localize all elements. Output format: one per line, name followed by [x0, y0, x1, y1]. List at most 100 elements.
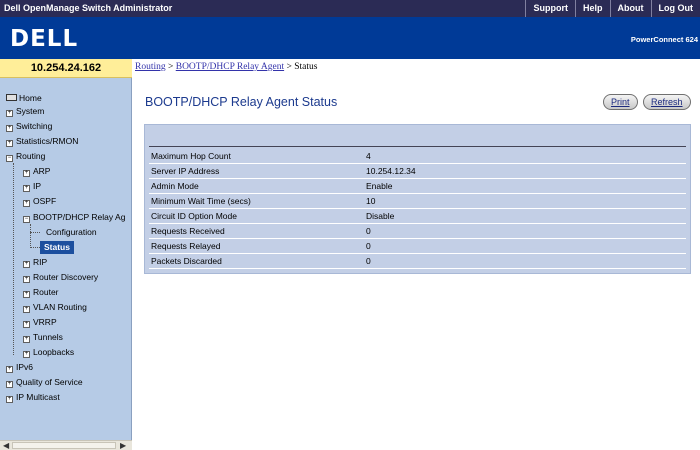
nav-item-loopbacks[interactable]: + Loopbacks: [23, 346, 74, 359]
expand-icon[interactable]: +: [23, 261, 30, 268]
nav-item-router[interactable]: + Router: [23, 286, 59, 299]
tree-line: [30, 247, 40, 248]
log-out-link[interactable]: Log Out: [650, 0, 700, 17]
expand-icon[interactable]: +: [6, 125, 13, 132]
scroll-left-arrow-icon[interactable]: ◀: [3, 441, 9, 450]
tree-line: [13, 163, 14, 355]
nav-item-ospf[interactable]: + OSPF: [23, 195, 56, 208]
breadcrumb-bootp-link[interactable]: BOOTP/DHCP Relay Agent: [176, 62, 284, 72]
nav-item-home[interactable]: Home: [6, 92, 42, 105]
nav-label: System: [16, 106, 45, 116]
nav-item-rip[interactable]: + RIP: [23, 256, 47, 269]
product-model: PowerConnect 624: [630, 35, 698, 44]
nav-label: Status: [44, 242, 70, 252]
row-label: Admin Mode: [151, 181, 199, 191]
expand-icon[interactable]: +: [23, 336, 30, 343]
nav-label: Loopbacks: [33, 347, 75, 357]
row-value: 10: [366, 196, 376, 206]
nav-label: VRRP: [33, 317, 57, 327]
row-value: 10.254.12.34: [366, 166, 416, 176]
row-value: Disable: [366, 211, 395, 221]
table-row: Packets Discarded 0: [149, 254, 686, 269]
expand-icon[interactable]: +: [23, 321, 30, 328]
nav-item-switching[interactable]: + Switching: [6, 120, 52, 133]
relay-agent-status-panel: Maximum Hop Count 4 Server IP Address 10…: [144, 124, 691, 274]
row-value: 0: [366, 226, 371, 236]
row-label: Server IP Address: [151, 166, 220, 176]
row-label: Requests Relayed: [151, 241, 221, 251]
nav-label: Quality of Service: [16, 377, 83, 387]
expand-icon[interactable]: +: [6, 396, 13, 403]
top-links: Support Help About Log Out: [525, 0, 700, 17]
row-label: Maximum Hop Count: [151, 151, 231, 161]
nav-label: BOOTP/DHCP Relay Ag: [33, 212, 126, 222]
app-title: Dell OpenManage Switch Administrator: [4, 3, 173, 13]
nav-item-routing[interactable]: − Routing: [6, 150, 45, 163]
table-row: Server IP Address 10.254.12.34: [149, 164, 686, 179]
breadcrumb-current: Status: [294, 62, 318, 72]
row-value: 0: [366, 241, 371, 251]
expand-icon[interactable]: +: [23, 291, 30, 298]
refresh-button[interactable]: Refresh: [643, 94, 691, 110]
collapse-icon[interactable]: −: [23, 216, 30, 223]
row-value: 4: [366, 151, 371, 161]
scrollbar-thumb[interactable]: [12, 442, 116, 449]
nav-item-vlan-routing[interactable]: + VLAN Routing: [23, 301, 87, 314]
home-icon: [6, 94, 17, 101]
nav-label: OSPF: [33, 196, 57, 206]
collapse-icon[interactable]: −: [6, 155, 13, 162]
nav-label: Routing: [16, 151, 46, 161]
expand-icon[interactable]: +: [6, 366, 13, 373]
nav-label: Switching: [16, 121, 53, 131]
support-link[interactable]: Support: [525, 0, 575, 17]
nav-item-status[interactable]: Status: [40, 241, 74, 254]
table-row: Circuit ID Option Mode Disable: [149, 209, 686, 224]
nav-item-system[interactable]: + System: [6, 105, 44, 118]
nav-item-router-discovery[interactable]: + Router Discovery: [23, 271, 98, 284]
expand-icon[interactable]: +: [23, 351, 30, 358]
nav-label: Configuration: [46, 227, 97, 237]
tree-line: [30, 224, 31, 248]
nav-item-ipv6[interactable]: + IPv6: [6, 361, 33, 374]
nav-item-ip[interactable]: + IP: [23, 180, 41, 193]
nav-item-tunnels[interactable]: + Tunnels: [23, 331, 63, 344]
row-label: Packets Discarded: [151, 256, 222, 266]
expand-icon[interactable]: +: [6, 140, 13, 147]
expand-icon[interactable]: +: [23, 185, 30, 192]
table-row: Requests Relayed 0: [149, 239, 686, 254]
nav-label: Home: [19, 93, 42, 103]
expand-icon[interactable]: +: [23, 200, 30, 207]
expand-icon[interactable]: +: [6, 381, 13, 388]
row-label: Circuit ID Option Mode: [151, 211, 237, 221]
nav-label: IPv6: [16, 362, 34, 372]
nav-item-ip-multicast[interactable]: + IP Multicast: [6, 391, 60, 404]
help-link[interactable]: Help: [574, 0, 610, 17]
breadcrumb: Routing > BOOTP/DHCP Relay Agent > Statu…: [132, 59, 700, 78]
nav-item-configuration[interactable]: Configuration: [46, 226, 97, 239]
print-button[interactable]: Print: [603, 94, 638, 110]
nav-item-statistics[interactable]: + Statistics/RMON: [6, 135, 78, 148]
scroll-right-arrow-icon[interactable]: ▶: [120, 441, 126, 450]
nav-label: Router: [33, 287, 59, 297]
nav-item-vrrp[interactable]: + VRRP: [23, 316, 57, 329]
nav-label: VLAN Routing: [33, 302, 87, 312]
table-row: Requests Received 0: [149, 224, 686, 239]
nav-item-bootp-dhcp-relay[interactable]: − BOOTP/DHCP Relay Ag: [23, 211, 125, 224]
row-label: Minimum Wait Time (secs): [151, 196, 251, 206]
nav-label: Statistics/RMON: [16, 136, 79, 146]
about-link[interactable]: About: [609, 0, 651, 17]
nav-label: ARP: [33, 166, 51, 176]
expand-icon[interactable]: +: [6, 110, 13, 117]
nav-label: Router Discovery: [33, 272, 99, 282]
breadcrumb-separator: >: [165, 62, 176, 72]
expand-icon[interactable]: +: [23, 170, 30, 177]
nav-item-arp[interactable]: + ARP: [23, 165, 50, 178]
expand-icon[interactable]: +: [23, 306, 30, 313]
nav-item-quality-of-service[interactable]: + Quality of Service: [6, 376, 83, 389]
nav-label: Tunnels: [33, 332, 63, 342]
expand-icon[interactable]: +: [23, 276, 30, 283]
sidebar-horizontal-scrollbar[interactable]: ◀ ▶: [0, 440, 132, 450]
row-label: Requests Received: [151, 226, 225, 236]
breadcrumb-routing-link[interactable]: Routing: [135, 62, 166, 72]
table-row: Admin Mode Enable: [149, 179, 686, 194]
